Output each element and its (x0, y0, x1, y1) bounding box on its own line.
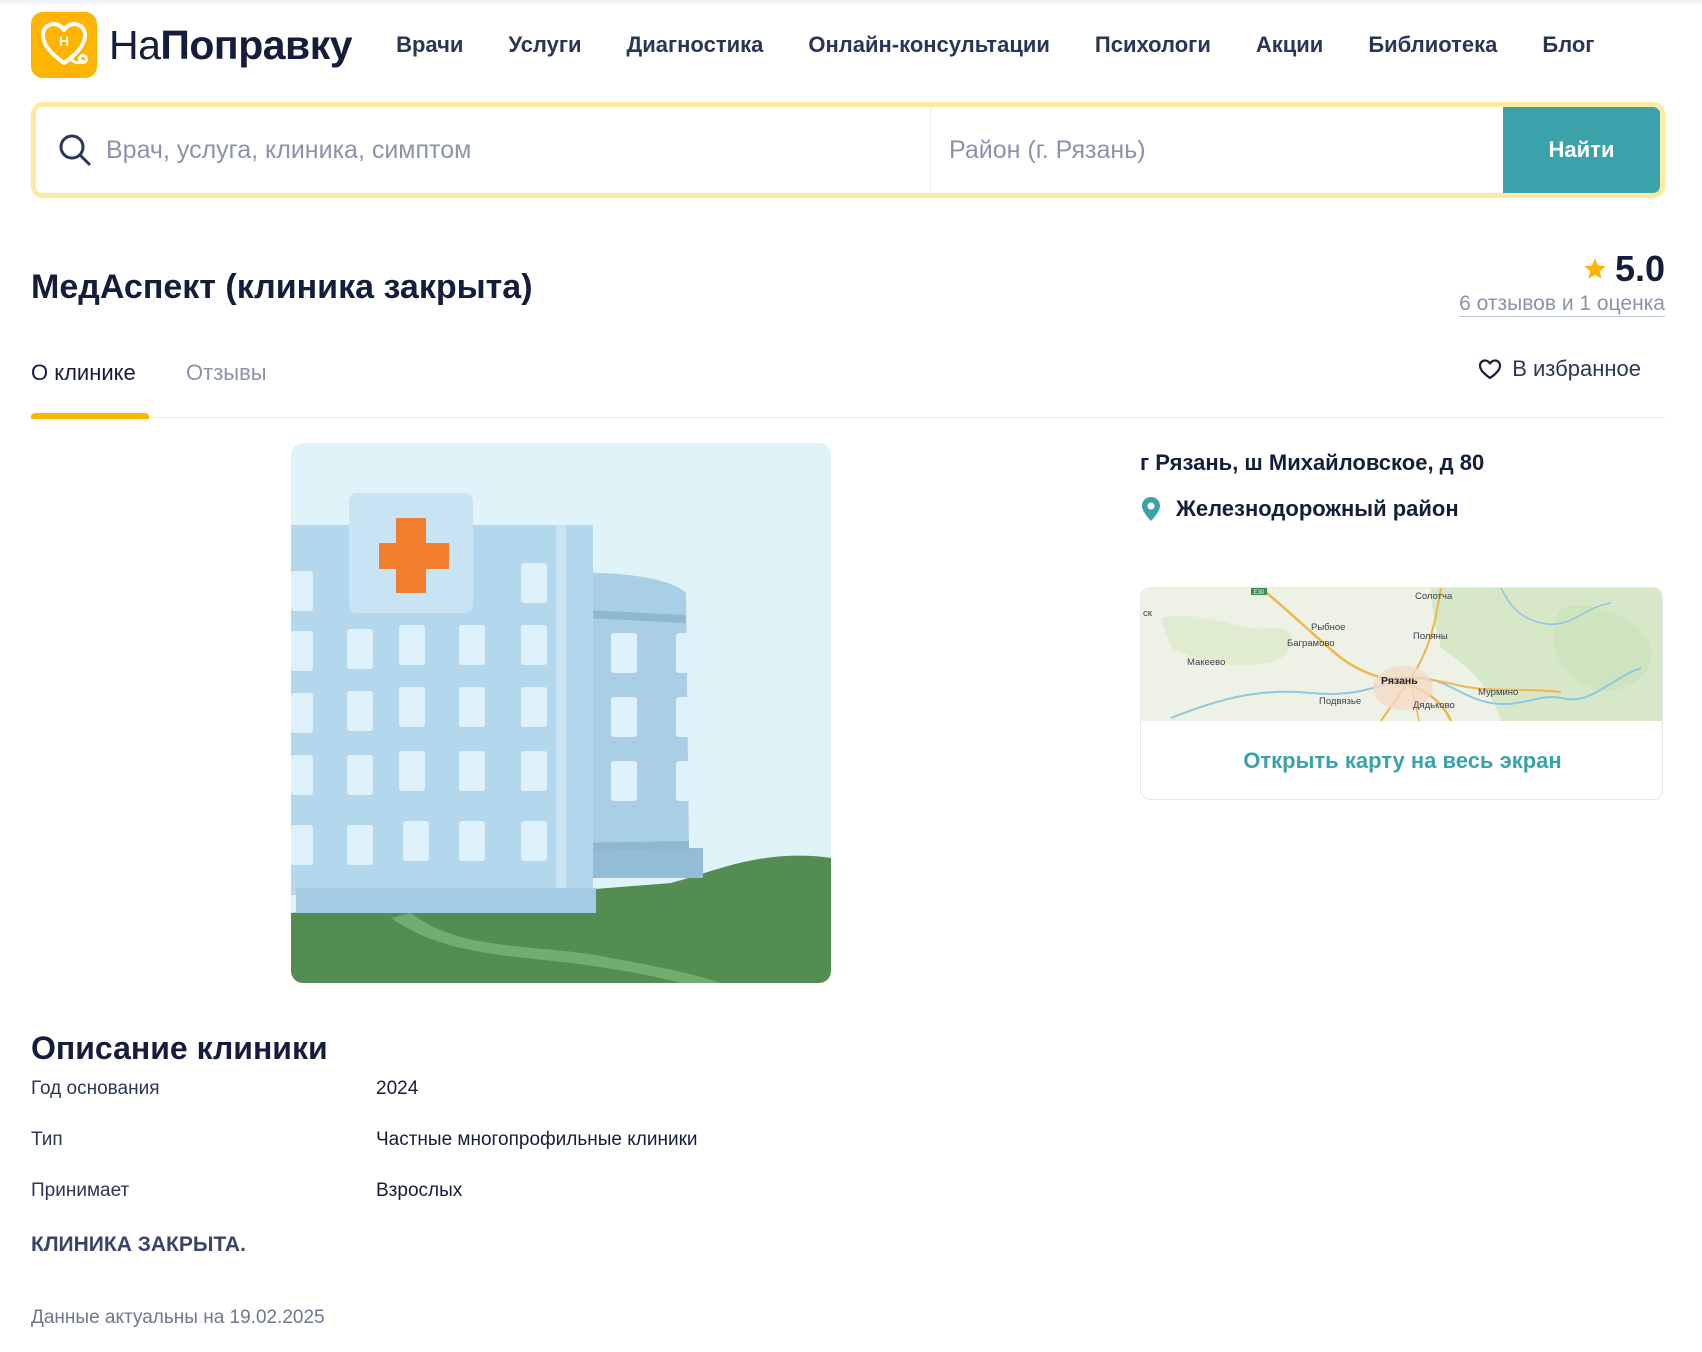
info-row-type: Тип Частные многопрофильные клиники (31, 1129, 931, 1159)
info-label: Тип (31, 1129, 63, 1150)
nav-item-online-consultations[interactable]: Онлайн-консультации (808, 32, 1050, 58)
search-query-section (36, 107, 931, 193)
map-label-solotcha: Солотча (1415, 591, 1453, 602)
svg-text:H: H (59, 33, 69, 49)
search-button[interactable]: Найти (1503, 107, 1660, 193)
info-value: Взрослых (376, 1180, 463, 1201)
top-shadow (0, 0, 1702, 6)
clinic-illustration (291, 443, 831, 983)
nav-item-blog[interactable]: Блог (1542, 32, 1594, 58)
page-title: МедАспект (клиника закрыта) (31, 268, 533, 306)
rating-value: 5.0 (1614, 248, 1665, 289)
site-logo[interactable]: H НаПоправку (31, 12, 353, 78)
nav-item-library[interactable]: Библиотека (1368, 32, 1497, 58)
tab-about[interactable]: О клинике (31, 360, 136, 386)
tabs: О клинике Отзывы В избранное (31, 352, 1665, 419)
map-pin-icon (1142, 497, 1160, 521)
search-query-input[interactable] (106, 135, 906, 165)
info-label: Год основания (31, 1078, 160, 1099)
map-card: Е30 Солотча Рыбное Баграмово Поляны Маке… (1140, 587, 1663, 800)
info-row-founded: Год основания 2024 (31, 1078, 931, 1108)
heart-icon (1479, 359, 1502, 380)
info-label: Принимает (31, 1180, 130, 1201)
clinic-closed-note: КЛИНИКА ЗАКРЫТА. (31, 1233, 246, 1256)
nav-item-diagnostics[interactable]: Диагностика (627, 32, 764, 58)
site-header: H НаПоправку Врачи Услуги Диагностика Он… (31, 12, 1671, 78)
star-icon (1584, 258, 1606, 279)
map-label-dyadkovo: Дядьково (1413, 700, 1455, 711)
nav-item-services[interactable]: Услуги (508, 32, 581, 58)
map-label-sk: ск (1143, 608, 1153, 619)
map-label-bagramovo: Баграмово (1287, 638, 1335, 649)
heart-stethoscope-icon: H (31, 12, 97, 78)
favorites-label: В избранное (1512, 356, 1641, 381)
map-label-murmino: Мурмино (1478, 687, 1518, 698)
active-tab-indicator (31, 413, 149, 419)
district-label: Железнодорожный район (1176, 496, 1459, 521)
search-bar: Найти (31, 102, 1665, 198)
nav-item-doctors[interactable]: Врачи (396, 32, 463, 58)
info-row-accepts: Принимает Взрослых (31, 1180, 931, 1210)
search-district-section: Найти (931, 107, 1660, 193)
open-fullscreen-map-link[interactable]: Открыть карту на весь экран (1141, 721, 1662, 799)
rating-block: 5.0 6 отзывов и 1 оценка (1459, 248, 1665, 317)
add-to-favorites-button[interactable]: В избранное (1478, 356, 1641, 382)
nav-item-promotions[interactable]: Акции (1256, 32, 1323, 58)
description-title: Описание клиники (31, 1030, 328, 1066)
map-label-polyany: Поляны (1413, 631, 1448, 642)
logo-text: НаПоправку (109, 21, 353, 68)
main-nav: Врачи Услуги Диагностика Онлайн-консульт… (396, 32, 1594, 58)
clinic-district: Железнодорожный район (1140, 496, 1459, 522)
search-district-input[interactable] (949, 135, 1489, 165)
info-value: 2024 (376, 1078, 419, 1099)
info-value: Частные многопрофильные клиники (376, 1129, 698, 1150)
map-preview[interactable]: Е30 Солотча Рыбное Баграмово Поляны Маке… (1141, 588, 1663, 721)
tab-reviews[interactable]: Отзывы (186, 360, 267, 386)
map-label-rybnoe: Рыбное (1311, 622, 1345, 633)
reviews-count-link[interactable]: 6 отзывов и 1 оценка (1459, 292, 1665, 317)
clinic-address: г Рязань, ш Михайловское, д 80 (1140, 450, 1485, 475)
data-actual-date: Данные актуальны на 19.02.2025 (31, 1307, 325, 1328)
search-icon (59, 134, 91, 166)
map-road-badge: Е30 (1254, 590, 1265, 596)
rating-top: 5.0 (1583, 248, 1665, 290)
map-label-podvyazye: Подвязье (1319, 696, 1361, 707)
nav-item-psychologists[interactable]: Психологи (1095, 32, 1211, 58)
map-label-ryazan: Рязань (1381, 675, 1418, 687)
map-label-makeevo: Макеево (1187, 657, 1225, 668)
